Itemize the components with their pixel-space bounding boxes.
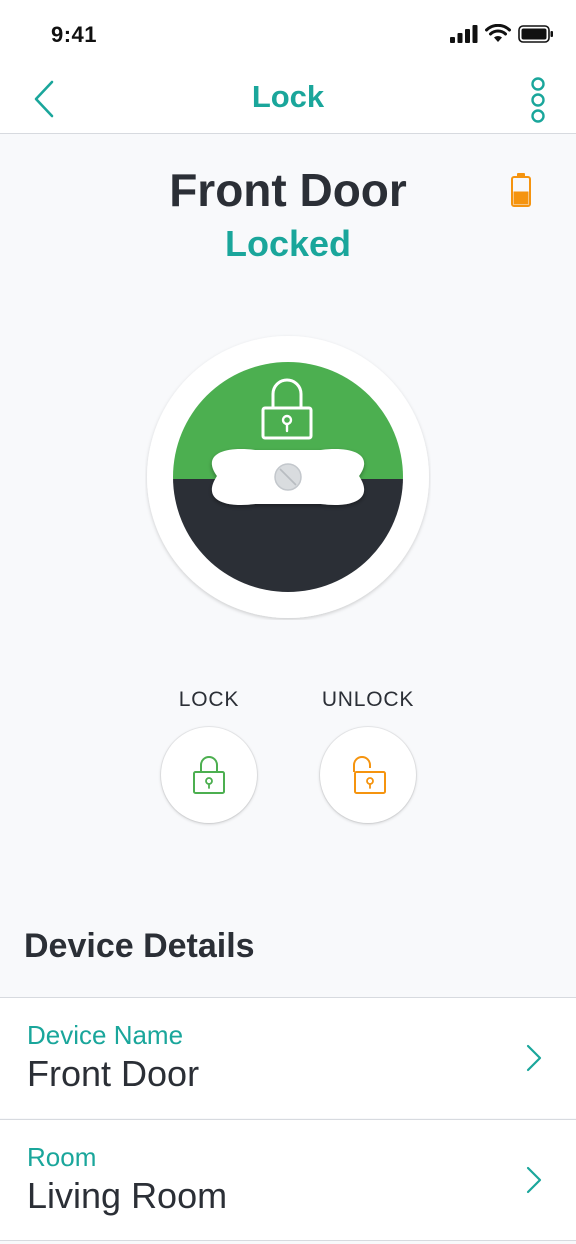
detail-value: Front Door bbox=[27, 1053, 200, 1094]
more-vertical-icon bbox=[531, 77, 545, 123]
cellular-signal-icon bbox=[450, 24, 478, 43]
lock-status: Locked bbox=[224, 223, 352, 264]
unlock-action-label: UNLOCK bbox=[321, 688, 415, 711]
lock-action-label: LOCK bbox=[178, 688, 240, 711]
detail-value: Living Room bbox=[27, 1175, 228, 1216]
chevron-right-icon bbox=[526, 1044, 542, 1072]
device-name: Front Door bbox=[169, 164, 407, 216]
page-title: Lock bbox=[251, 79, 325, 114]
device-details-heading: Device Details bbox=[24, 927, 255, 965]
padlock-open-icon bbox=[353, 756, 386, 794]
lock-dial[interactable] bbox=[145, 334, 431, 620]
status-bar: 9:41 bbox=[0, 0, 576, 64]
more-options-button[interactable] bbox=[526, 77, 550, 123]
detail-label: Device Name bbox=[27, 1020, 184, 1050]
battery-level-icon bbox=[511, 173, 531, 207]
unlock-button[interactable] bbox=[320, 727, 416, 823]
wifi-icon bbox=[485, 24, 511, 42]
room-row[interactable]: Room Living Room bbox=[0, 1119, 576, 1241]
phone-battery-icon bbox=[518, 24, 553, 43]
status-time: 9:41 bbox=[51, 22, 98, 47]
chevron-right-icon bbox=[526, 1166, 542, 1194]
padlock-closed-icon bbox=[193, 756, 225, 794]
lock-button[interactable] bbox=[161, 727, 257, 823]
device-name-row[interactable]: Device Name Front Door bbox=[0, 997, 576, 1118]
screw-icon bbox=[274, 463, 302, 491]
nav-bar: Lock bbox=[0, 64, 576, 134]
detail-label: Room bbox=[27, 1142, 97, 1172]
status-icons bbox=[450, 24, 554, 43]
